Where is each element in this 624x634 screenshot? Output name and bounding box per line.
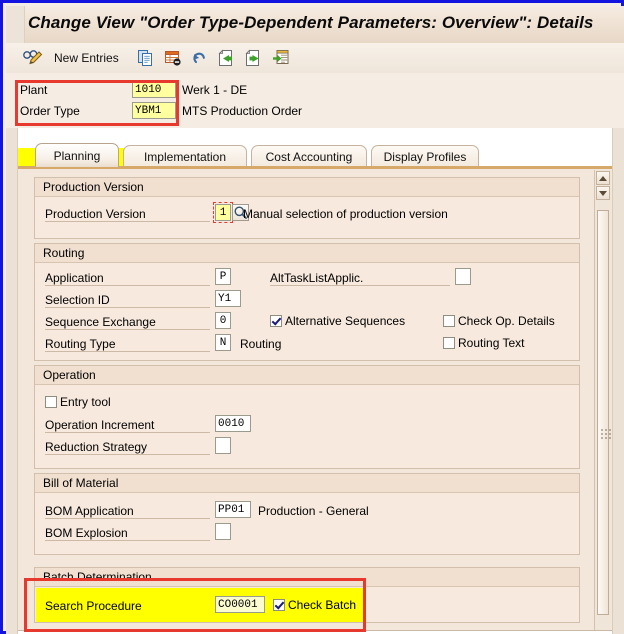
page-title: Change View "Order Type-Dependent Parame… (28, 13, 594, 32)
group-operation-title: Operation (35, 366, 579, 385)
application-toolbar: New Entries (6, 43, 624, 74)
header-highlight-box (15, 80, 179, 126)
production-version-description: Manual selection of production version (243, 207, 448, 221)
group-bill-of-material: Bill of Material BOM Application Product… (34, 473, 580, 555)
production-version-input[interactable] (213, 202, 233, 223)
bom-explosion-input[interactable] (215, 523, 231, 540)
routing-text-checkbox[interactable]: Routing Text (443, 336, 525, 350)
bom-application-label: BOM Application (45, 504, 210, 519)
previous-entry-button[interactable] (218, 47, 236, 69)
check-op-details-checkbox[interactable]: Check Op. Details (443, 314, 555, 328)
routing-text-box (443, 337, 455, 349)
title-bar-left-gutter (6, 6, 25, 43)
reduction-strategy-label: Reduction Strategy (45, 440, 210, 455)
tab-cost-accounting-label: Cost Accounting (265, 149, 353, 164)
operation-increment-input[interactable] (215, 415, 251, 432)
details-panel: Production Version Production Version Ma… (17, 169, 613, 631)
bom-application-description: Production - General (258, 504, 369, 518)
tab-planning-label: Planning (53, 148, 101, 163)
operation-increment-label: Operation Increment (45, 418, 210, 433)
bom-application-input[interactable] (215, 501, 251, 518)
tab-implementation-label: Implementation (143, 149, 227, 164)
order-type-description: MTS Production Order (182, 104, 303, 118)
routing-type-description: Routing (240, 337, 282, 351)
previous-entry-icon (218, 49, 232, 66)
production-version-label: Production Version (45, 207, 210, 222)
undo-button[interactable] (191, 47, 209, 69)
delete-row-button[interactable] (164, 47, 182, 69)
group-bill-of-material-title: Bill of Material (35, 474, 579, 493)
selection-id-input[interactable] (215, 290, 241, 307)
sequence-exchange-input[interactable] (215, 312, 231, 329)
scroll-down-button[interactable] (596, 186, 610, 200)
sap-window: Change View "Order Type-Dependent Parame… (0, 0, 624, 634)
chevron-down-icon (599, 190, 607, 196)
plant-description: Werk 1 - DE (182, 83, 248, 97)
window-client-area: Change View "Order Type-Dependent Parame… (6, 6, 624, 634)
sequence-exchange-label: Sequence Exchange (45, 315, 210, 330)
application-label: Application (45, 271, 210, 286)
scroll-up-button[interactable] (596, 171, 610, 185)
alternative-sequences-checkbox[interactable]: Alternative Sequences (270, 314, 405, 328)
group-production-version-title: Production Version (35, 178, 579, 197)
entry-tool-label: Entry tool (60, 395, 111, 409)
scrollbar-thumb[interactable] (597, 210, 611, 615)
check-op-details-label: Check Op. Details (458, 314, 555, 328)
copy-icon (138, 50, 152, 66)
group-production-version: Production Version Production Version Ma… (34, 177, 580, 239)
alt-task-list-applic-label: AltTaskListApplic. (270, 271, 450, 286)
check-op-details-box (443, 315, 455, 327)
display-change-icon (23, 50, 43, 65)
tab-display-profiles[interactable]: Display Profiles (371, 145, 479, 167)
entry-tool-checkbox[interactable]: Entry tool (45, 395, 111, 409)
window-left-gutter (6, 128, 18, 634)
tab-planning[interactable]: Planning (35, 143, 119, 167)
routing-type-input[interactable] (215, 334, 231, 351)
reduction-strategy-input[interactable] (215, 437, 231, 454)
routing-text-label: Routing Text (458, 336, 525, 350)
new-entries-label: New Entries (54, 51, 119, 65)
alt-task-list-applic-input[interactable] (455, 268, 471, 285)
chevron-up-icon (599, 175, 607, 181)
group-routing: Routing Application AltTaskListApplic. S… (34, 243, 580, 361)
alternative-sequences-box (270, 315, 282, 327)
tab-display-profiles-label: Display Profiles (383, 149, 467, 164)
undo-icon (193, 52, 205, 64)
details-panel-content: Production Version Production Version Ma… (22, 173, 590, 627)
title-bar: Change View "Order Type-Dependent Parame… (6, 6, 624, 44)
select-layout-button[interactable] (272, 47, 290, 69)
next-entry-icon (245, 49, 259, 66)
tab-implementation[interactable]: Implementation (123, 145, 247, 167)
selection-id-label: Selection ID (45, 293, 210, 308)
tab-strip: Planning Implementation Cost Accounting … (17, 143, 613, 167)
bom-explosion-label: BOM Explosion (45, 526, 210, 541)
entry-tool-box (45, 396, 57, 408)
next-entry-button[interactable] (245, 47, 263, 69)
new-entries-button[interactable]: New Entries (54, 47, 119, 69)
details-vertical-scrollbar[interactable] (594, 170, 611, 630)
tab-cost-accounting[interactable]: Cost Accounting (251, 145, 367, 167)
copy-button[interactable] (137, 47, 155, 69)
select-layout-icon (273, 50, 289, 64)
alternative-sequences-label: Alternative Sequences (285, 314, 406, 328)
delete-row-icon (165, 51, 181, 66)
routing-type-label: Routing Type (45, 337, 210, 352)
batch-determination-highlight-box (24, 578, 366, 632)
group-operation: Operation Entry tool Operation Increment… (34, 365, 580, 469)
group-routing-title: Routing (35, 244, 579, 263)
window-right-gutter (612, 128, 624, 634)
application-input[interactable] (215, 268, 231, 285)
scrollbar-grip-icon (601, 429, 611, 439)
display-change-button[interactable] (22, 47, 44, 69)
